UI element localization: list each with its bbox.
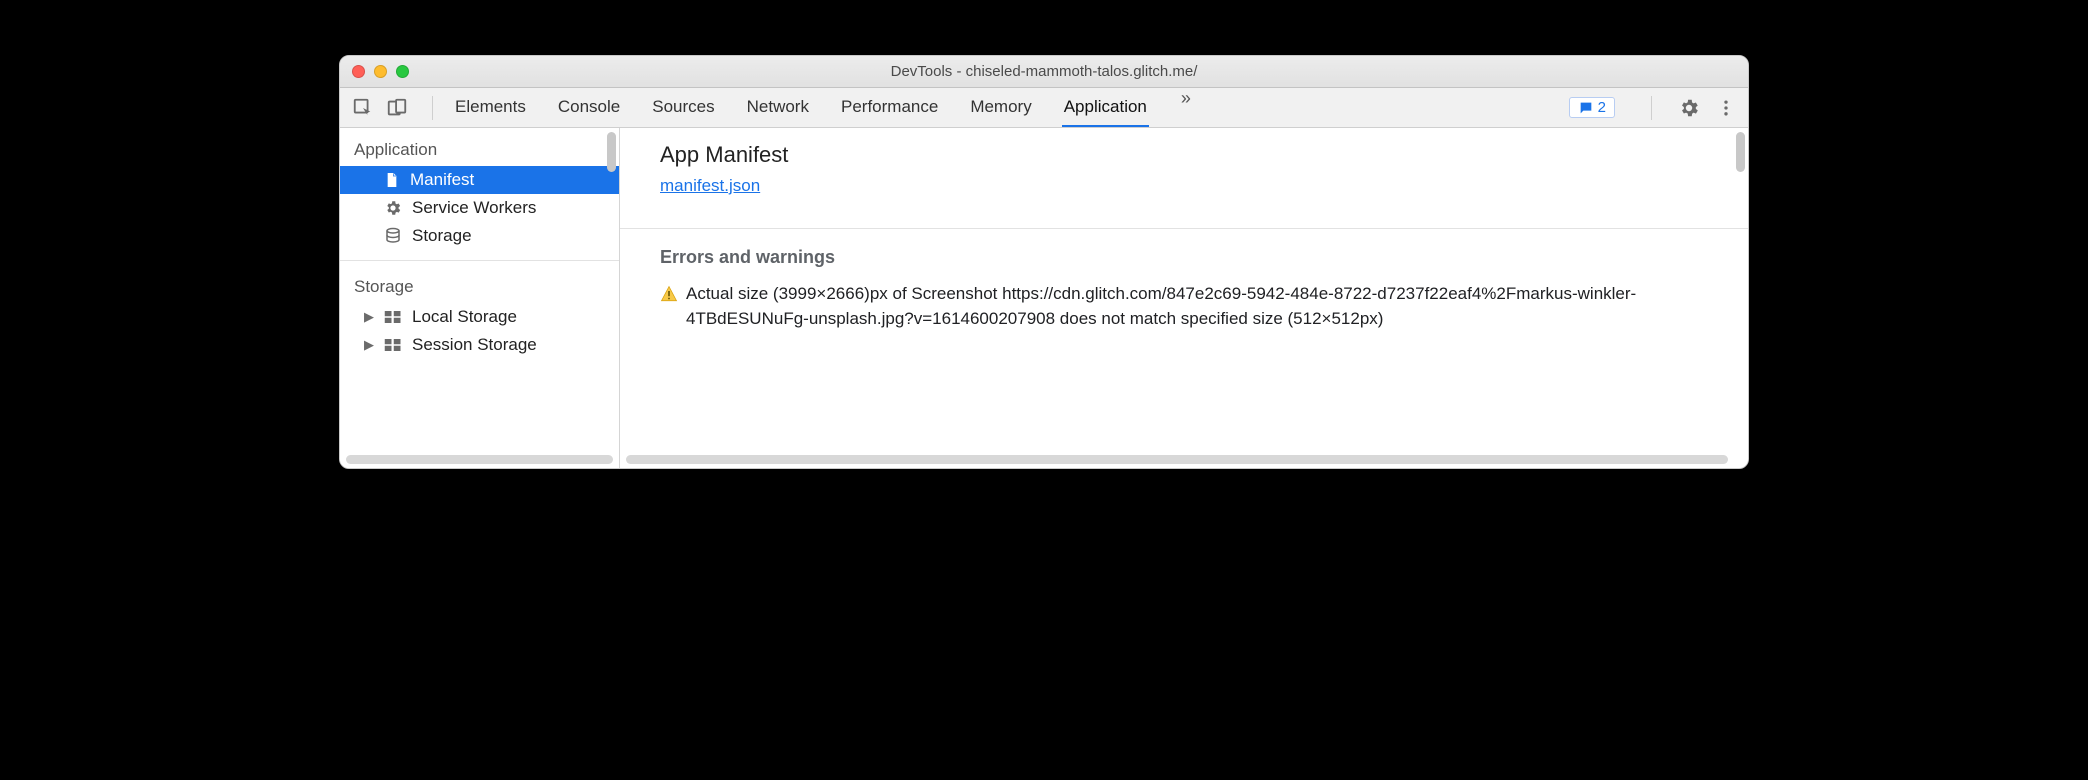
warning-text: Actual size (3999×2666)px of Screenshot … <box>686 282 1708 331</box>
sidebar-item-session-storage[interactable]: ▶ Session Storage <box>340 331 619 359</box>
application-sidebar: Application Manifest Service Workers <box>340 128 620 468</box>
inspect-element-icon[interactable] <box>352 97 374 119</box>
kebab-menu-icon[interactable] <box>1716 98 1736 118</box>
warning-icon <box>660 285 678 311</box>
database-icon <box>384 227 402 245</box>
devtools-toolbar: Elements Console Sources Network Perform… <box>340 88 1748 128</box>
sidebar-separator <box>340 260 619 261</box>
issues-icon <box>1578 100 1594 116</box>
sidebar-item-local-storage[interactable]: ▶ Local Storage <box>340 303 619 331</box>
main-scrollbar[interactable] <box>1736 132 1745 172</box>
tab-application[interactable]: Application <box>1062 88 1149 127</box>
sidebar-item-label: Session Storage <box>412 335 537 355</box>
tab-sources[interactable]: Sources <box>650 88 716 127</box>
sidebar-hscrollbar[interactable] <box>346 455 613 464</box>
tab-console[interactable]: Console <box>556 88 622 127</box>
tab-network[interactable]: Network <box>745 88 811 127</box>
tab-performance[interactable]: Performance <box>839 88 940 127</box>
warning-row: Actual size (3999×2666)px of Screenshot … <box>660 282 1708 331</box>
issues-badge[interactable]: 2 <box>1569 97 1615 118</box>
sidebar-item-manifest[interactable]: Manifest <box>340 166 619 194</box>
grid-icon <box>384 310 402 324</box>
main-hscrollbar[interactable] <box>626 455 1728 464</box>
gear-icon <box>384 199 402 217</box>
sidebar-item-label: Storage <box>412 226 472 246</box>
sidebar-group-application: Application <box>340 134 619 166</box>
toolbar-divider <box>1651 96 1652 120</box>
sidebar-item-label: Manifest <box>410 170 474 190</box>
sidebar-item-label: Service Workers <box>412 198 536 218</box>
tab-elements[interactable]: Elements <box>453 88 528 127</box>
manifest-link[interactable]: manifest.json <box>660 176 760 195</box>
devtools-tabs: Elements Console Sources Network Perform… <box>453 88 1569 127</box>
settings-icon[interactable] <box>1678 97 1700 119</box>
device-toolbar-icon[interactable] <box>386 97 408 119</box>
expand-icon[interactable]: ▶ <box>364 309 374 325</box>
expand-icon[interactable]: ▶ <box>364 337 374 353</box>
errors-warnings-heading: Errors and warnings <box>660 247 1708 268</box>
titlebar: DevTools - chiseled-mammoth-talos.glitch… <box>340 56 1748 88</box>
tabs-overflow-button[interactable]: » <box>1181 88 1191 127</box>
toolbar-divider <box>432 96 433 120</box>
tab-memory[interactable]: Memory <box>968 88 1033 127</box>
file-icon <box>384 171 400 189</box>
window-title: DevTools - chiseled-mammoth-talos.glitch… <box>340 63 1748 80</box>
main-panel: App Manifest manifest.json Errors and wa… <box>620 128 1748 468</box>
issues-count: 2 <box>1598 99 1606 116</box>
devtools-window: DevTools - chiseled-mammoth-talos.glitch… <box>339 55 1749 469</box>
grid-icon <box>384 338 402 352</box>
sidebar-item-label: Local Storage <box>412 307 517 327</box>
sidebar-item-storage[interactable]: Storage <box>340 222 619 250</box>
sidebar-item-service-workers[interactable]: Service Workers <box>340 194 619 222</box>
panel-body: Application Manifest Service Workers <box>340 128 1748 468</box>
sidebar-group-storage: Storage <box>340 271 619 303</box>
page-title: App Manifest <box>660 142 1708 168</box>
